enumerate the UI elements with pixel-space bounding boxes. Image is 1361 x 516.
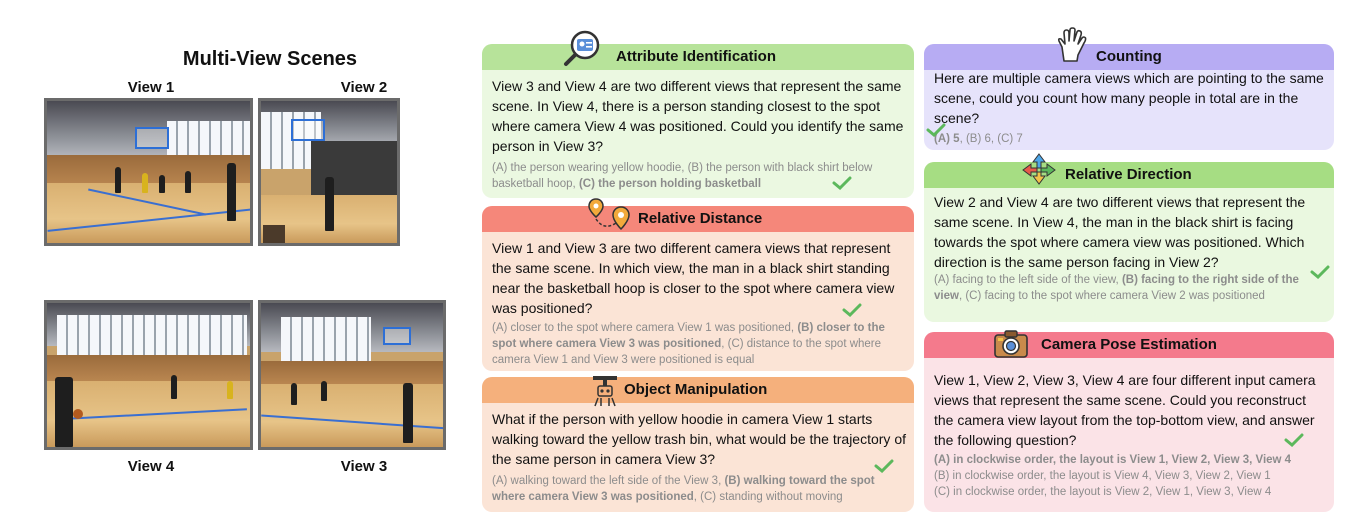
- check-icon: [1284, 433, 1304, 447]
- relative-direction-header: Relative Direction: [924, 162, 1334, 188]
- counting-options: (A) 5, (B) 6, (C) 7: [934, 133, 1023, 145]
- object-manipulation-question: What if the person with yellow hoodie in…: [492, 411, 906, 467]
- relative-direction-question: View 2 and View 4 are two different view…: [934, 194, 1306, 270]
- attribute-identification-header: Attribute Identification: [482, 44, 914, 70]
- check-icon: [1310, 265, 1330, 279]
- camera-pose-estimation-title: Camera Pose Estimation: [1041, 336, 1217, 353]
- view2-image: [258, 98, 400, 246]
- view2-label: View 2: [340, 79, 388, 96]
- object-manipulation-header: Object Manipulation: [482, 377, 914, 403]
- relative-direction-options: (A) facing to the left side of the view,…: [934, 274, 1299, 302]
- direction-arrows-icon: [1022, 153, 1056, 185]
- robot-arm-icon: [593, 376, 617, 407]
- view4-label: View 4: [127, 458, 175, 475]
- counting-title: Counting: [1096, 48, 1162, 65]
- counting-header: Counting: [924, 44, 1334, 70]
- view1-label: View 1: [127, 79, 175, 96]
- camera-icon: [994, 330, 1028, 358]
- attribute-identification-card: Attribute Identification View 3 and View…: [482, 44, 914, 198]
- scenes-title: Multi-View Scenes: [182, 48, 358, 70]
- hand-counting-icon: [1057, 27, 1087, 62]
- view4-image: [44, 300, 253, 450]
- check-icon: [832, 176, 852, 190]
- relative-distance-options: (A) closer to the spot where camera View…: [492, 322, 885, 366]
- camera-pose-estimation-header: Camera Pose Estimation: [924, 332, 1334, 358]
- object-manipulation-options: (A) walking toward the left side of the …: [492, 475, 875, 503]
- object-manipulation-title: Object Manipulation: [624, 381, 768, 398]
- map-pins-icon: [588, 198, 630, 231]
- counting-card: Counting Here are multiple camera views …: [924, 44, 1334, 150]
- attribute-identification-title: Attribute Identification: [616, 48, 776, 65]
- attribute-correct-answer: (C) the person holding basketball: [578, 178, 762, 190]
- counting-question: Here are multiple camera views which are…: [934, 70, 1324, 126]
- view3-label: View 3: [340, 458, 388, 475]
- check-icon: [874, 459, 894, 473]
- camera-option-b: (B) in clockwise order, the layout is Vi…: [934, 470, 1271, 482]
- view3-image: [258, 300, 446, 450]
- relative-distance-title: Relative Distance: [638, 210, 763, 227]
- relative-direction-card: Relative Direction View 2 and View 4 are…: [924, 162, 1334, 322]
- camera-option-c: (C) in clockwise order, the layout is Vi…: [934, 486, 1272, 498]
- relative-distance-header: Relative Distance: [482, 206, 914, 232]
- relative-direction-title: Relative Direction: [1065, 166, 1192, 183]
- camera-correct-answer: (A) in clockwise order, the layout is Vi…: [934, 454, 1292, 466]
- magnifier-id-card-icon: [564, 30, 600, 66]
- camera-pose-estimation-question: View 1, View 2, View 3, View 4 are four …: [934, 372, 1316, 448]
- camera-option-a: (A) in clockwise order, the layout is Vi…: [934, 452, 1326, 468]
- camera-pose-estimation-card: Camera Pose Estimation View 1, View 2, V…: [924, 332, 1334, 512]
- attribute-identification-question: View 3 and View 4 are two different view…: [492, 78, 904, 154]
- object-manipulation-card: Object Manipulation What if the person w…: [482, 377, 914, 512]
- check-icon: [842, 303, 862, 317]
- check-icon: [926, 123, 946, 137]
- view1-image: [44, 98, 253, 246]
- relative-distance-card: Relative Distance View 1 and View 3 are …: [482, 206, 914, 371]
